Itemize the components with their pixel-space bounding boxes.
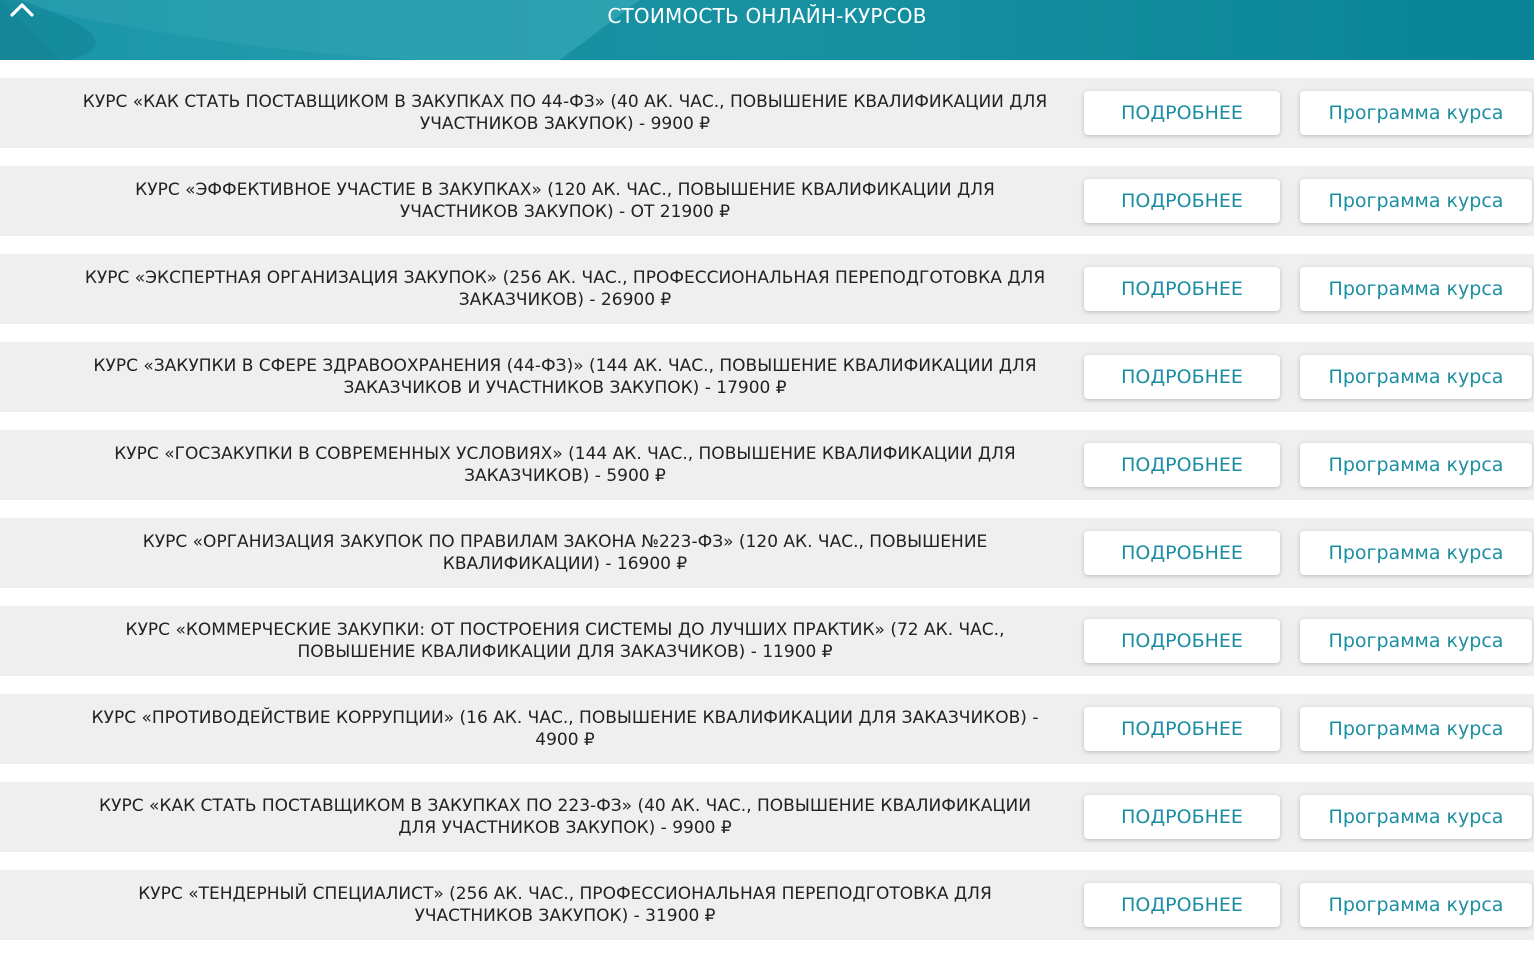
- details-button[interactable]: ПОДРОБНЕЕ: [1084, 531, 1280, 575]
- details-button[interactable]: ПОДРОБНЕЕ: [1084, 619, 1280, 663]
- course-row: КУРС «ТЕНДЕРНЫЙ СПЕЦИАЛИСТ» (256 АК. ЧАС…: [0, 870, 1534, 940]
- details-button[interactable]: ПОДРОБНЕЕ: [1084, 795, 1280, 839]
- course-title-line: КУРС «ГОСЗАКУПКИ В СОВРЕМЕННЫХ УСЛОВИЯХ»…: [114, 444, 1016, 464]
- course-title-line: КУРС «КОММЕРЧЕСКИЕ ЗАКУПКИ: ОТ ПОСТРОЕНИ…: [125, 620, 1005, 640]
- details-button[interactable]: ПОДРОБНЕЕ: [1084, 179, 1280, 223]
- course-row: КУРС «ЭКСПЕРТНАЯ ОРГАНИЗАЦИЯ ЗАКУПОК» (2…: [0, 254, 1534, 324]
- course-description: КУРС «ГОСЗАКУПКИ В СОВРЕМЕННЫХ УСЛОВИЯХ»…: [40, 430, 1090, 500]
- course-list: КУРС «КАК СТАТЬ ПОСТАВЩИКОМ В ЗАКУПКАХ П…: [0, 78, 1534, 958]
- course-description: КУРС «ЭФФЕКТИВНОЕ УЧАСТИЕ В ЗАКУПКАХ» (1…: [40, 166, 1090, 236]
- course-row: КУРС «КАК СТАТЬ ПОСТАВЩИКОМ В ЗАКУПКАХ П…: [0, 78, 1534, 148]
- course-program-button[interactable]: Программа курса: [1300, 619, 1532, 663]
- course-price-line: УЧАСТНИКОВ ЗАКУПОК) - 31900 ₽: [414, 906, 716, 926]
- details-button[interactable]: ПОДРОБНЕЕ: [1084, 883, 1280, 927]
- course-price-line: УЧАСТНИКОВ ЗАКУПОК) - 9900 ₽: [419, 114, 711, 134]
- course-title-line: КУРС «ТЕНДЕРНЫЙ СПЕЦИАЛИСТ» (256 АК. ЧАС…: [138, 884, 992, 904]
- course-row: КУРС «КОММЕРЧЕСКИЕ ЗАКУПКИ: ОТ ПОСТРОЕНИ…: [0, 606, 1534, 676]
- course-description: КУРС «КАК СТАТЬ ПОСТАВЩИКОМ В ЗАКУПКАХ П…: [40, 78, 1090, 148]
- course-price-line: 4900 ₽: [535, 730, 595, 750]
- course-description: КУРС «КАК СТАТЬ ПОСТАВЩИКОМ В ЗАКУПКАХ П…: [40, 782, 1090, 852]
- course-program-button[interactable]: Программа курса: [1300, 531, 1532, 575]
- course-price-line: ДЛЯ УЧАСТНИКОВ ЗАКУПОК) - 9900 ₽: [398, 818, 732, 838]
- course-row: КУРС «ПРОТИВОДЕЙСТВИЕ КОРРУПЦИИ» (16 АК.…: [0, 694, 1534, 764]
- course-program-button[interactable]: Программа курса: [1300, 707, 1532, 751]
- course-row: КУРС «КАК СТАТЬ ПОСТАВЩИКОМ В ЗАКУПКАХ П…: [0, 782, 1534, 852]
- course-program-button[interactable]: Программа курса: [1300, 91, 1532, 135]
- course-program-button[interactable]: Программа курса: [1300, 179, 1532, 223]
- course-description: КУРС «ПРОТИВОДЕЙСТВИЕ КОРРУПЦИИ» (16 АК.…: [40, 694, 1090, 764]
- course-title-line: КУРС «ЭКСПЕРТНАЯ ОРГАНИЗАЦИЯ ЗАКУПОК» (2…: [84, 268, 1046, 288]
- course-row: КУРС «ГОСЗАКУПКИ В СОВРЕМЕННЫХ УСЛОВИЯХ»…: [0, 430, 1534, 500]
- course-description: КУРС «КОММЕРЧЕСКИЕ ЗАКУПКИ: ОТ ПОСТРОЕНИ…: [40, 606, 1090, 676]
- course-price-line: ЗАКАЗЧИКОВ) - 26900 ₽: [458, 290, 672, 310]
- course-description: КУРС «ОРГАНИЗАЦИЯ ЗАКУПОК ПО ПРАВИЛАМ ЗА…: [40, 518, 1090, 588]
- details-button[interactable]: ПОДРОБНЕЕ: [1084, 355, 1280, 399]
- course-title-line: КУРС «ЭФФЕКТИВНОЕ УЧАСТИЕ В ЗАКУПКАХ» (1…: [135, 180, 995, 200]
- chevron-up-icon: [10, 3, 34, 17]
- course-program-button[interactable]: Программа курса: [1300, 267, 1532, 311]
- header-title: СТОИМОСТЬ ОНЛАЙН-КУРСОВ: [607, 4, 927, 28]
- course-price-line: КВАЛИФИКАЦИИ) - 16900 ₽: [442, 554, 688, 574]
- details-button[interactable]: ПОДРОБНЕЕ: [1084, 91, 1280, 135]
- course-description: КУРС «ЗАКУПКИ В СФЕРЕ ЗДРАВООХРАНЕНИЯ (4…: [40, 342, 1090, 412]
- course-price-line: ЗАКАЗЧИКОВ И УЧАСТНИКОВ ЗАКУПОК) - 17900…: [343, 378, 787, 398]
- course-price-line: ПОВЫШЕНИЕ КВАЛИФИКАЦИИ ДЛЯ ЗАКАЗЧИКОВ) -…: [297, 642, 833, 662]
- course-title-line: КУРС «ЗАКУПКИ В СФЕРЕ ЗДРАВООХРАНЕНИЯ (4…: [93, 356, 1037, 376]
- course-title-line: КУРС «КАК СТАТЬ ПОСТАВЩИКОМ В ЗАКУПКАХ П…: [99, 796, 1031, 816]
- course-price-line: ЗАКАЗЧИКОВ) - 5900 ₽: [464, 466, 666, 486]
- header-toggle[interactable]: СТОИМОСТЬ ОНЛАЙН-КУРСОВ: [0, 0, 1534, 32]
- course-program-button[interactable]: Программа курса: [1300, 883, 1532, 927]
- details-button[interactable]: ПОДРОБНЕЕ: [1084, 707, 1280, 751]
- course-row: КУРС «ОРГАНИЗАЦИЯ ЗАКУПОК ПО ПРАВИЛАМ ЗА…: [0, 518, 1534, 588]
- course-row: КУРС «ЗАКУПКИ В СФЕРЕ ЗДРАВООХРАНЕНИЯ (4…: [0, 342, 1534, 412]
- details-button[interactable]: ПОДРОБНЕЕ: [1084, 443, 1280, 487]
- courses-header: СТОИМОСТЬ ОНЛАЙН-КУРСОВ: [0, 0, 1534, 60]
- course-title-line: КУРС «КАК СТАТЬ ПОСТАВЩИКОМ В ЗАКУПКАХ П…: [82, 92, 1048, 112]
- course-title-line: КУРС «ОРГАНИЗАЦИЯ ЗАКУПОК ПО ПРАВИЛАМ ЗА…: [142, 532, 988, 552]
- course-price-line: УЧАСТНИКОВ ЗАКУПОК) - ОТ 21900 ₽: [399, 202, 731, 222]
- course-description: КУРС «ТЕНДЕРНЫЙ СПЕЦИАЛИСТ» (256 АК. ЧАС…: [40, 870, 1090, 940]
- course-program-button[interactable]: Программа курса: [1300, 443, 1532, 487]
- course-program-button[interactable]: Программа курса: [1300, 355, 1532, 399]
- details-button[interactable]: ПОДРОБНЕЕ: [1084, 267, 1280, 311]
- course-title-line: КУРС «ПРОТИВОДЕЙСТВИЕ КОРРУПЦИИ» (16 АК.…: [91, 708, 1039, 728]
- course-description: КУРС «ЭКСПЕРТНАЯ ОРГАНИЗАЦИЯ ЗАКУПОК» (2…: [40, 254, 1090, 324]
- course-row: КУРС «ЭФФЕКТИВНОЕ УЧАСТИЕ В ЗАКУПКАХ» (1…: [0, 166, 1534, 236]
- course-program-button[interactable]: Программа курса: [1300, 795, 1532, 839]
